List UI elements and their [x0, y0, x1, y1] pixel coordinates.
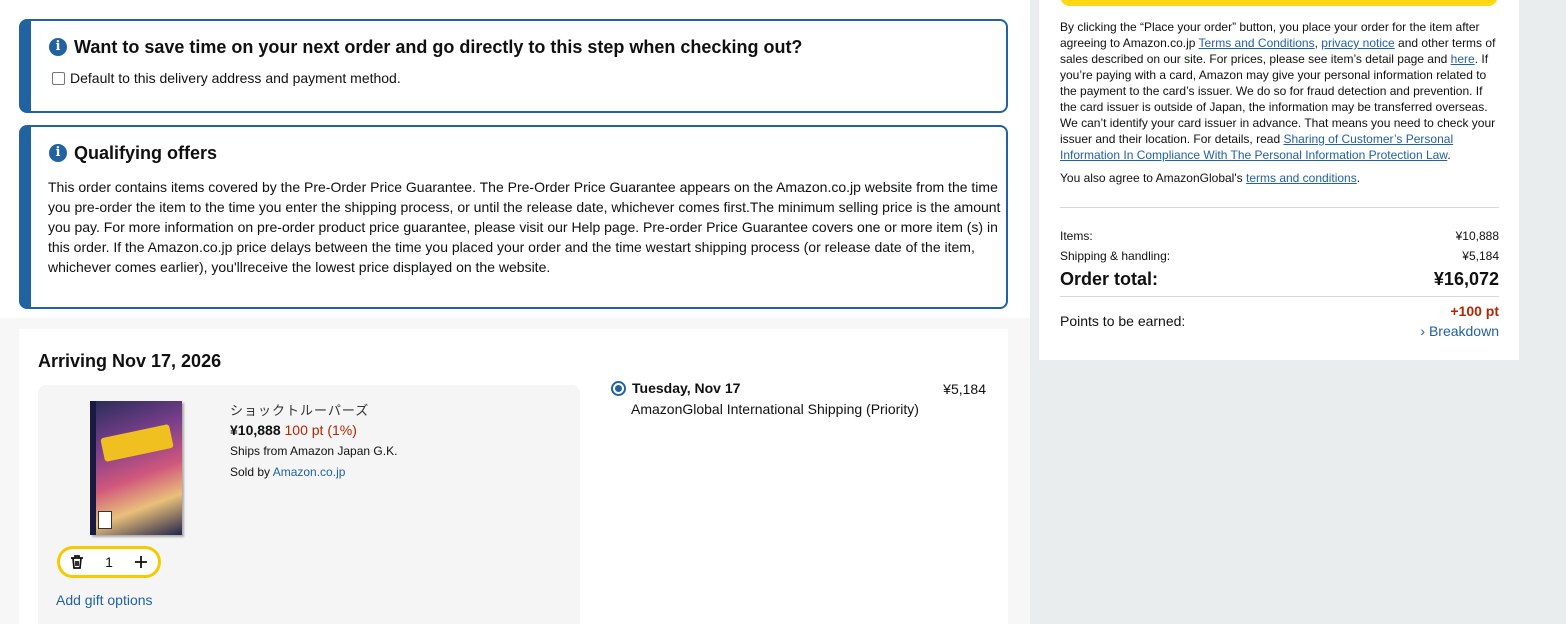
shipping-row: Shipping & handling: ¥5,184 [1060, 249, 1499, 263]
global-terms-prefix: You also agree to AmazonGlobal's [1060, 171, 1243, 185]
chevron-right-icon: › [1420, 323, 1426, 339]
breakdown-label[interactable]: Breakdown [1429, 323, 1499, 339]
divider [1060, 296, 1499, 297]
divider [1060, 207, 1499, 208]
plus-icon[interactable] [133, 554, 149, 570]
offers-body: This order contains items covered by the… [48, 179, 1001, 275]
default-address-option[interactable]: Default to this delivery address and pay… [52, 70, 401, 86]
points-earned-value: +100 pt [1450, 303, 1499, 319]
rating-tag [98, 511, 112, 529]
checkout-main-column: i Want to save time on your next order a… [0, 0, 1030, 624]
info-icon: i [49, 144, 67, 162]
items-label: Items: [1060, 229, 1093, 243]
default-address-label[interactable]: Default to this delivery address and pay… [70, 70, 401, 86]
quantity-value: 1 [105, 554, 113, 570]
arrival-date-heading: Arriving Nov 17, 2026 [38, 351, 222, 371]
add-gift-options-link[interactable]: Add gift options [56, 592, 153, 608]
order-total-row: Order total: ¥16,072 [1060, 269, 1499, 290]
save-time-banner: i Want to save time on your next order a… [19, 19, 1008, 113]
item-price: ¥10,888 [230, 422, 281, 438]
sold-by-prefix: Sold by [230, 465, 271, 479]
comma: , [1314, 36, 1318, 50]
here-link[interactable]: here [1451, 52, 1475, 66]
privacy-link[interactable]: privacy notice [1321, 36, 1394, 50]
banner-title: Want to save time on your next order and… [74, 37, 803, 57]
quantity-stepper: 1 [57, 546, 161, 578]
shipping-option-radio[interactable] [611, 381, 626, 396]
info-icon: i [49, 38, 67, 56]
seller-link[interactable]: Amazon.co.jp [273, 465, 346, 479]
item-title: ショックトルーパーズ [230, 403, 370, 418]
shipping-option-method[interactable]: AmazonGlobal International Shipping (Pri… [631, 401, 919, 417]
points-earned-label: Points to be earned: [1060, 313, 1186, 329]
shipping-value: ¥5,184 [1462, 249, 1499, 263]
trash-icon[interactable] [69, 554, 85, 570]
global-terms: You also agree to AmazonGlobal's terms a… [1060, 171, 1360, 185]
shipping-label: Shipping & handling: [1060, 249, 1171, 263]
default-address-checkbox[interactable] [52, 71, 65, 85]
breakdown-link[interactable]: › Breakdown [1420, 323, 1499, 339]
place-order-button[interactable] [1060, 0, 1498, 6]
item-points: 100 pt (1%) [284, 422, 357, 438]
shipping-option-date[interactable]: Tuesday, Nov 17 [632, 380, 740, 396]
period: . [1447, 148, 1451, 162]
items-value: ¥10,888 [1455, 229, 1499, 243]
period: . [1356, 171, 1361, 185]
qualifying-offers-box: i Qualifying offers This order contains … [19, 125, 1008, 309]
order-total-value: ¥16,072 [1433, 269, 1499, 289]
product-image[interactable] [90, 401, 182, 535]
ships-from: Ships from Amazon Japan G.K. [230, 444, 398, 458]
price-row: ¥10,888 100 pt (1%) [230, 422, 357, 438]
legal-text: By clicking the “Place your order” butto… [1060, 19, 1500, 163]
sold-by: Sold by Amazon.co.jp [230, 465, 345, 479]
product-logo [100, 423, 174, 463]
global-terms-link[interactable]: terms and conditions [1246, 171, 1357, 185]
order-total-label: Order total: [1060, 269, 1159, 289]
items-row: Items: ¥10,888 [1060, 229, 1499, 243]
shipping-option-price: ¥5,184 [943, 381, 986, 397]
shipment-panel: Arriving Nov 17, 2026 ショックトルーパーズ ¥10,888… [19, 329, 1008, 624]
offers-title: Qualifying offers [74, 143, 218, 163]
item-card: ショックトルーパーズ ¥10,888 100 pt (1%) Ships fro… [38, 385, 580, 624]
terms-link[interactable]: Terms and Conditions [1199, 36, 1315, 50]
order-summary: By clicking the “Place your order” butto… [1039, 0, 1519, 360]
